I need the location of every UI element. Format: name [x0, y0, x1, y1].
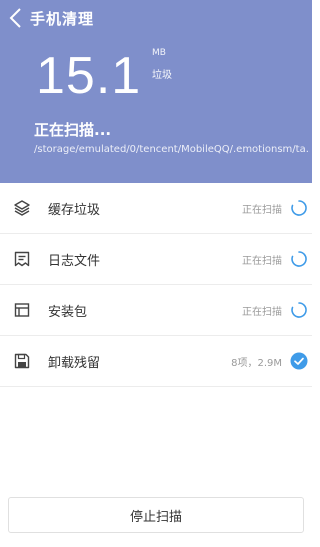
junk-size-value: 15.1	[36, 47, 142, 105]
list-item-cache[interactable]: 缓存垃圾 正在扫描	[0, 183, 312, 234]
save-icon	[14, 353, 30, 369]
list-item-label: 缓存垃圾	[48, 202, 101, 218]
stop-scan-button[interactable]: 停止扫描	[8, 497, 304, 533]
list-item-status: 正在扫描	[242, 255, 282, 267]
list-item-logs[interactable]: 日志文件 正在扫描	[0, 234, 312, 285]
scan-category-list: 缓存垃圾 正在扫描 日志文件 正在扫描 安装包 正在扫描 卸载残留 8项，2.9…	[0, 183, 312, 387]
list-item-label: 卸载残留	[48, 355, 101, 371]
back-button[interactable]	[4, 6, 26, 30]
check-circle-icon[interactable]	[290, 352, 308, 370]
package-icon	[14, 303, 30, 317]
loading-spinner-icon	[291, 302, 307, 318]
list-item-uninstall-residue[interactable]: 卸载残留 8项，2.9M	[0, 336, 312, 387]
list-item-label: 日志文件	[48, 253, 101, 269]
scan-status: 正在扫描...	[34, 121, 112, 139]
page-title: 手机清理	[30, 10, 95, 28]
list-item-packages[interactable]: 安装包 正在扫描	[0, 285, 312, 336]
list-item-status: 正在扫描	[242, 204, 282, 216]
log-file-icon	[14, 251, 30, 267]
junk-size-unit: MB	[152, 48, 166, 58]
list-item-label: 安装包	[48, 304, 88, 320]
loading-spinner-icon	[291, 251, 307, 267]
list-item-status: 正在扫描	[242, 306, 282, 318]
phone-cleanup-screen: 手机清理 15.1 MB 垃圾 正在扫描... /storage/emulate…	[0, 0, 312, 547]
chevron-left-icon	[9, 8, 21, 28]
title-bar: 手机清理	[0, 0, 312, 36]
junk-size-kind: 垃圾	[152, 70, 172, 81]
layers-icon	[14, 200, 30, 216]
loading-spinner-icon	[291, 200, 307, 216]
scan-header: 手机清理 15.1 MB 垃圾 正在扫描... /storage/emulate…	[0, 0, 312, 183]
scan-path: /storage/emulated/0/tencent/MobileQQ/.em…	[34, 144, 310, 155]
list-item-status: 8项，2.9M	[231, 357, 282, 369]
